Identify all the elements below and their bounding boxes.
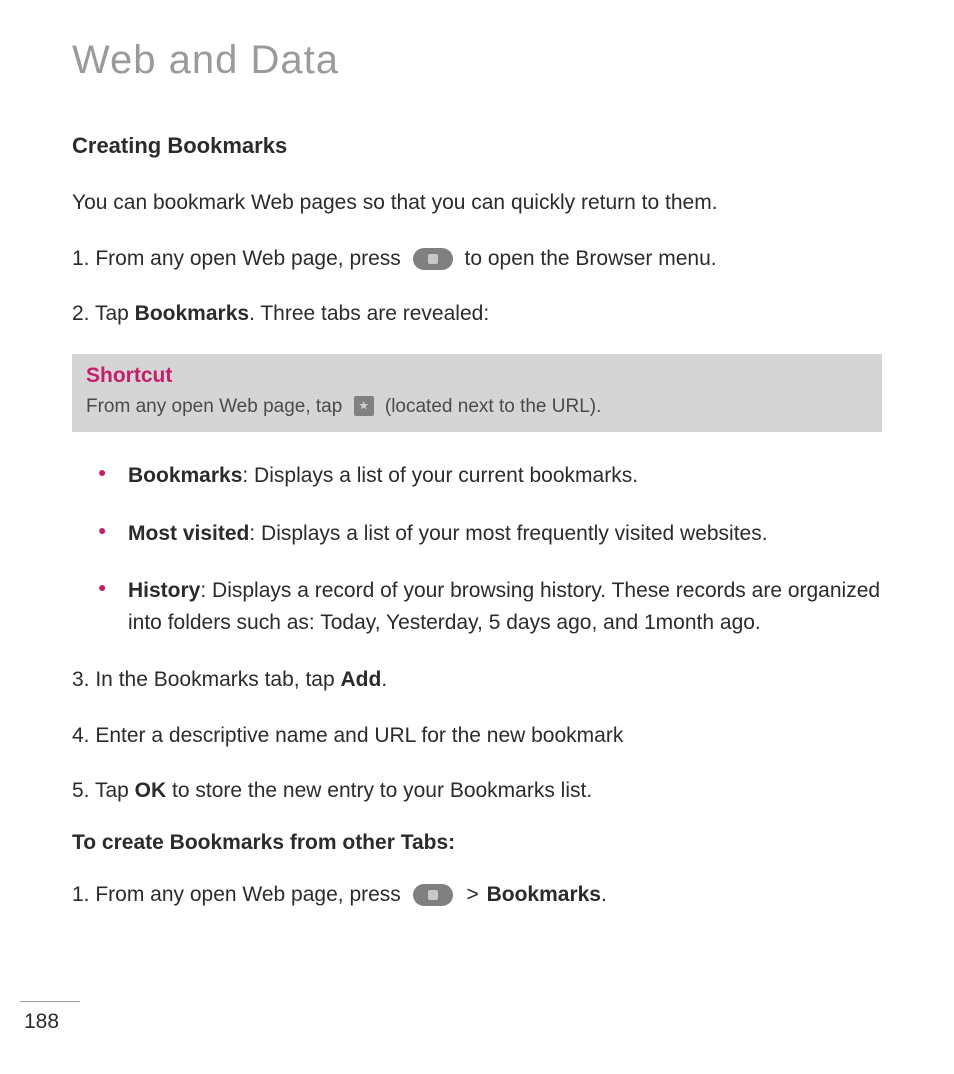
intro-text: You can bookmark Web pages so that you c… [72, 187, 882, 219]
shortcut-text: From any open Web page, tap (located nex… [86, 394, 868, 421]
step-2-bold: Bookmarks [135, 302, 249, 325]
page-number-wrap: 188 [20, 1001, 80, 1034]
step-3-text-a: 3. In the Bookmarks tab, tap [72, 668, 340, 691]
shortcut-box: Shortcut From any open Web page, tap (lo… [72, 354, 882, 433]
bullet-most-visited-text: : Displays a list of your most frequentl… [249, 522, 767, 545]
sub-heading: To create Bookmarks from other Tabs: [72, 831, 882, 855]
bullet-bookmarks-text: : Displays a list of your current bookma… [242, 464, 638, 487]
step-2-text-a: 2. Tap [72, 302, 135, 325]
bullet-most-visited: Most visited: Displays a list of your mo… [128, 518, 882, 550]
other-step-1-text-a: 1. From any open Web page, press [72, 883, 407, 906]
other-step-1-bold: Bookmarks [487, 883, 601, 906]
bullet-history: History: Displays a record of your brows… [128, 575, 882, 638]
step-4: 4. Enter a descriptive name and URL for … [72, 720, 882, 752]
step-2-text-b: . Three tabs are revealed: [249, 302, 489, 325]
step-3-bold: Add [340, 668, 381, 691]
shortcut-text-a: From any open Web page, tap [86, 396, 348, 417]
step-3-text-b: . [381, 668, 387, 691]
step-2: 2. Tap Bookmarks. Three tabs are reveale… [72, 298, 882, 330]
step-3: 3. In the Bookmarks tab, tap Add. [72, 664, 882, 696]
tabs-bullet-list: Bookmarks: Displays a list of your curre… [72, 460, 882, 638]
bookmark-star-icon [354, 396, 374, 416]
step-1-text-b: to open the Browser menu. [464, 247, 716, 270]
shortcut-text-b: (located next to the URL). [385, 396, 602, 417]
step-5-text-a: 5. Tap [72, 779, 135, 802]
menu-icon [413, 248, 453, 270]
page-number-rule [20, 1001, 80, 1002]
step-5-text-b: to store the new entry to your Bookmarks… [166, 779, 592, 802]
page-number: 188 [20, 1010, 80, 1034]
bullet-bookmarks: Bookmarks: Displays a list of your curre… [128, 460, 882, 492]
menu-icon [413, 884, 453, 906]
breadcrumb-separator: > [464, 883, 486, 906]
step-1: 1. From any open Web page, press to open… [72, 243, 882, 275]
shortcut-title: Shortcut [86, 364, 868, 388]
bullet-bookmarks-label: Bookmarks [128, 464, 242, 487]
step-5-bold: OK [135, 779, 167, 802]
bullet-history-label: History [128, 579, 200, 602]
section-heading: Creating Bookmarks [72, 133, 882, 159]
step-1-text-a: 1. From any open Web page, press [72, 247, 407, 270]
bullet-most-visited-label: Most visited [128, 522, 249, 545]
step-5: 5. Tap OK to store the new entry to your… [72, 775, 882, 807]
bullet-history-text: : Displays a record of your browsing his… [128, 579, 880, 634]
other-step-1-text-b: . [601, 883, 607, 906]
other-step-1: 1. From any open Web page, press > Bookm… [72, 879, 882, 911]
page-title: Web and Data [72, 38, 882, 83]
